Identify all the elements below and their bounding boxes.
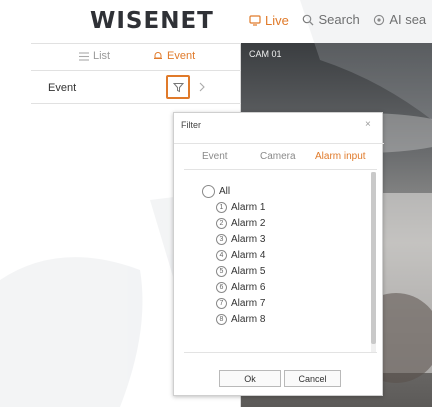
chevron-icon[interactable] — [198, 82, 206, 92]
dialog-footer: Ok Cancel — [174, 363, 384, 393]
wisenet-logo: WISENET — [90, 8, 214, 34]
close-icon[interactable]: × — [365, 119, 371, 130]
option-all[interactable]: All — [202, 185, 230, 198]
option-alarm-6[interactable]: 6 Alarm 6 — [216, 282, 265, 293]
list-icon — [79, 51, 89, 61]
filter-tab-camera[interactable]: Camera — [260, 151, 296, 162]
camera-label: CAM 01 — [249, 49, 282, 59]
nav-ai-search[interactable]: AI sea — [373, 12, 426, 27]
filter-tabs: Event Camera Alarm input — [174, 143, 384, 169]
search-icon — [303, 14, 314, 25]
monitor-icon — [249, 14, 261, 26]
tab-list-label: List — [93, 50, 111, 62]
option-alarm-4[interactable]: 4 Alarm 4 — [216, 250, 265, 261]
filter-tab-event[interactable]: Event — [202, 151, 228, 162]
event-bell-icon — [154, 52, 162, 59]
event-row-label: Event — [48, 82, 77, 94]
option-label: Alarm 8 — [231, 314, 266, 325]
number-badge: 7 — [216, 298, 227, 309]
option-alarm-1[interactable]: 1 Alarm 1 — [216, 202, 265, 213]
option-label: Alarm 3 — [231, 234, 266, 245]
tab-event-label: Event — [167, 50, 196, 62]
panel-tabs: List Event — [31, 43, 241, 71]
scrollbar-thumb[interactable] — [371, 172, 376, 344]
filter-dialog: Filter × Event Camera Alarm input All 1 … — [173, 112, 384, 396]
option-alarm-2[interactable]: 2 Alarm 2 — [216, 218, 265, 229]
number-badge: 4 — [216, 250, 227, 261]
event-filter-row: Event — [31, 72, 241, 104]
tab-list[interactable]: List — [79, 50, 110, 62]
filter-tab-alarm-input[interactable]: Alarm input — [315, 151, 366, 162]
tab-event[interactable]: Event — [153, 50, 195, 62]
top-header: WISENET Live Search AI sea — [0, 0, 432, 43]
number-badge: 6 — [216, 282, 227, 293]
option-alarm-8[interactable]: 8 Alarm 8 — [216, 314, 265, 325]
nav-live-label: Live — [265, 12, 289, 28]
option-label: Alarm 5 — [231, 266, 266, 277]
nav-search-label: Search — [318, 12, 360, 27]
nav-live[interactable]: Live — [249, 13, 289, 28]
option-alarm-3[interactable]: 3 Alarm 3 — [216, 234, 265, 245]
nav-search[interactable]: Search — [302, 12, 360, 27]
app-window: WISENET Live Search AI sea List Event Ev… — [0, 0, 432, 407]
option-all-label: All — [219, 186, 231, 197]
nav-ai-search-label: AI sea — [389, 12, 427, 27]
option-label: Alarm 6 — [231, 282, 266, 293]
option-label: Alarm 2 — [231, 218, 266, 229]
option-alarm-5[interactable]: 5 Alarm 5 — [216, 266, 265, 277]
ok-button[interactable]: Ok — [219, 370, 281, 387]
filter-button[interactable] — [166, 75, 190, 99]
option-alarm-7[interactable]: 7 Alarm 7 — [216, 298, 265, 309]
filter-icon — [172, 82, 184, 92]
top-navigation: Live Search AI sea — [249, 12, 432, 29]
option-label: Alarm 4 — [231, 250, 266, 261]
number-badge: 8 — [216, 314, 227, 325]
cancel-button[interactable]: Cancel — [284, 370, 341, 387]
option-label: Alarm 7 — [231, 298, 266, 309]
radio-button[interactable] — [202, 185, 215, 198]
number-badge: 5 — [216, 266, 227, 277]
number-badge: 1 — [216, 202, 227, 213]
filter-dialog-title: Filter — [181, 120, 201, 130]
option-label: Alarm 1 — [231, 202, 266, 213]
number-badge: 2 — [216, 218, 227, 229]
alarm-options-list: All 1 Alarm 1 2 Alarm 2 3 Alarm 3 4 Alar… — [184, 169, 377, 353]
ai-search-icon — [374, 14, 385, 25]
number-badge: 3 — [216, 234, 227, 245]
